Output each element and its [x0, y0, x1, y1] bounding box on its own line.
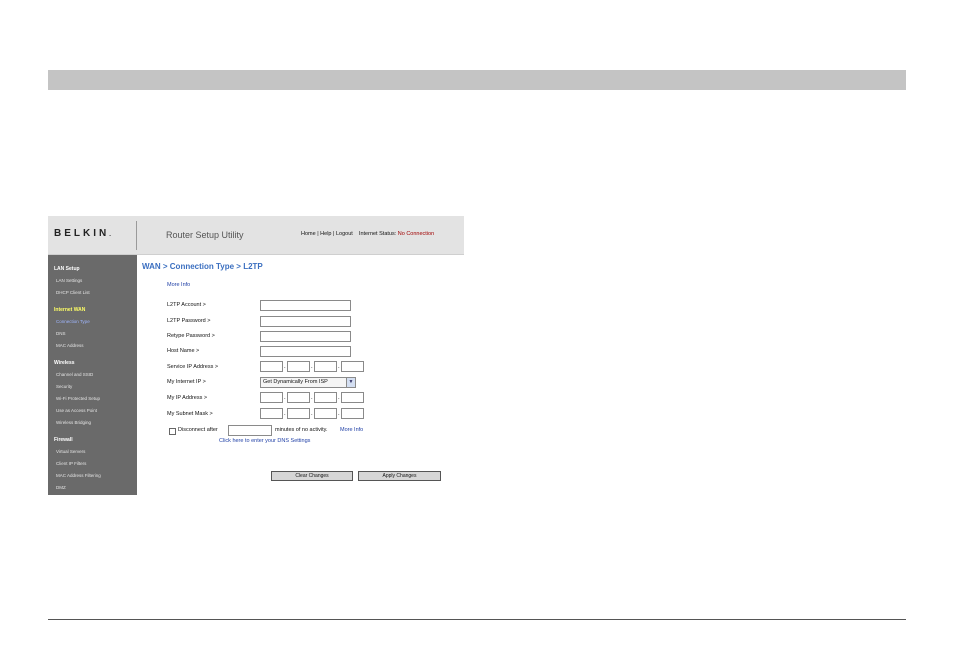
service-ip-octet-3[interactable] — [314, 361, 337, 372]
octet-dot: . — [284, 364, 286, 370]
logout-link[interactable]: Logout — [336, 231, 353, 237]
sidebar-item-dhcp-client-list[interactable]: DHCP Client List — [56, 290, 90, 295]
octet-dot: . — [284, 395, 286, 401]
sidebar-item-mac-address[interactable]: MAC Address — [56, 343, 84, 348]
octet-dot: . — [338, 364, 340, 370]
sidebar-item-mac-address-filtering[interactable]: MAC Address Filtering — [56, 473, 101, 478]
my-ip-octet-2[interactable] — [287, 392, 310, 403]
footer-rule — [48, 619, 906, 620]
octet-dot: . — [284, 411, 286, 417]
disconnect-suffix: minutes of no activity. — [275, 427, 328, 433]
sidebar-item-virtual-servers[interactable]: Virtual Servers — [56, 449, 85, 454]
clear-changes-button[interactable]: Clear Changes — [271, 471, 353, 481]
sidebar-item-wireless-bridging[interactable]: Wireless Bridging — [56, 420, 91, 425]
internet-status-value: No Connection — [397, 231, 435, 237]
disconnect-minutes-input[interactable] — [228, 425, 272, 436]
subnet-mask-label: My Subnet Mask > — [167, 411, 213, 417]
main-content: WAN > Connection Type > L2TP More Info L… — [137, 255, 464, 495]
service-ip-label: Service IP Address > — [167, 364, 219, 370]
service-ip-octet-2[interactable] — [287, 361, 310, 372]
sidebar-section-lan-setup: LAN Setup — [54, 266, 80, 272]
my-ip-octet-1[interactable] — [260, 392, 283, 403]
internet-ip-label: My Internet IP > — [167, 379, 206, 385]
sidebar-item-wifi-protected-setup[interactable]: Wi-Fi Protected Setup — [56, 396, 100, 401]
sidebar-item-dns[interactable]: DNS — [56, 331, 66, 336]
octet-dot: . — [311, 411, 313, 417]
sidebar-item-channel-and-ssid[interactable]: Channel and SSID — [56, 372, 93, 377]
apply-changes-button[interactable]: Apply Changes — [358, 471, 441, 481]
octet-dot: . — [338, 395, 340, 401]
sidebar-item-use-as-access-point[interactable]: Use as Access Point — [56, 408, 97, 413]
host-name-label: Host Name > — [167, 348, 200, 354]
sidebar-item-connection-type[interactable]: Connection Type — [56, 319, 90, 324]
sidebar-section-firewall: Firewall — [54, 437, 73, 443]
header-links: Home | Help | Logout Internet Status: No… — [301, 231, 434, 237]
sidebar-item-security[interactable]: Security — [56, 384, 72, 389]
sidebar-section-internet-wan: Internet WAN — [54, 307, 86, 313]
help-link[interactable]: Help — [320, 231, 331, 237]
my-ip-label: My IP Address > — [167, 395, 208, 401]
link-separator: | — [317, 231, 319, 237]
subnet-octet-4[interactable] — [341, 408, 364, 419]
link-separator: | — [333, 231, 335, 237]
app-title: Router Setup Utility — [166, 230, 244, 240]
l2tp-account-input[interactable] — [260, 300, 351, 311]
dns-settings-link[interactable]: Click here to enter your DNS Settings — [219, 438, 310, 444]
sidebar-item-client-ip-filters[interactable]: Client IP Filters — [56, 461, 86, 466]
sidebar-item-lan-settings[interactable]: LAN Settings — [56, 278, 82, 283]
octet-dot: . — [311, 395, 313, 401]
internet-status-label: Internet Status: — [358, 231, 397, 237]
chevron-down-icon[interactable]: ▼ — [346, 378, 355, 387]
belkin-logo: BELKIN. — [54, 228, 111, 239]
octet-dot: . — [338, 411, 340, 417]
retype-password-input[interactable] — [260, 331, 351, 342]
l2tp-account-label: L2TP Account > — [167, 302, 206, 308]
utility-header: BELKIN. Router Setup Utility Home | Help… — [48, 216, 464, 255]
subnet-octet-1[interactable] — [260, 408, 283, 419]
sidebar-nav: LAN Setup LAN Settings DHCP Client List … — [48, 255, 137, 495]
page-title: WAN > Connection Type > L2TP — [142, 262, 263, 271]
subnet-octet-2[interactable] — [287, 408, 310, 419]
my-ip-octet-3[interactable] — [314, 392, 337, 403]
document-header-bar — [48, 70, 906, 90]
l2tp-password-label: L2TP Password > — [167, 318, 211, 324]
my-ip-octet-4[interactable] — [341, 392, 364, 403]
disconnect-label: Disconnect after — [178, 427, 218, 433]
retype-password-label: Retype Password > — [167, 333, 215, 339]
logo-mark: . — [109, 232, 111, 238]
sidebar-section-wireless: Wireless — [54, 360, 75, 366]
header-divider — [136, 221, 137, 250]
subnet-octet-3[interactable] — [314, 408, 337, 419]
host-name-input[interactable] — [260, 346, 351, 357]
octet-dot: . — [311, 364, 313, 370]
more-info-link[interactable]: More Info — [167, 282, 190, 288]
service-ip-octet-4[interactable] — [341, 361, 364, 372]
service-ip-octet-1[interactable] — [260, 361, 283, 372]
internet-ip-selected: Get Dynamically From ISP — [263, 379, 328, 385]
home-link[interactable]: Home — [301, 231, 316, 237]
sidebar-item-dmz[interactable]: DMZ — [56, 485, 66, 490]
l2tp-password-input[interactable] — [260, 316, 351, 327]
disconnect-checkbox[interactable] — [169, 428, 176, 435]
disconnect-more-info-link[interactable]: More Info — [340, 427, 363, 433]
router-setup-screenshot: BELKIN. Router Setup Utility Home | Help… — [48, 216, 464, 495]
internet-ip-select[interactable]: Get Dynamically From ISP ▼ — [260, 377, 356, 388]
